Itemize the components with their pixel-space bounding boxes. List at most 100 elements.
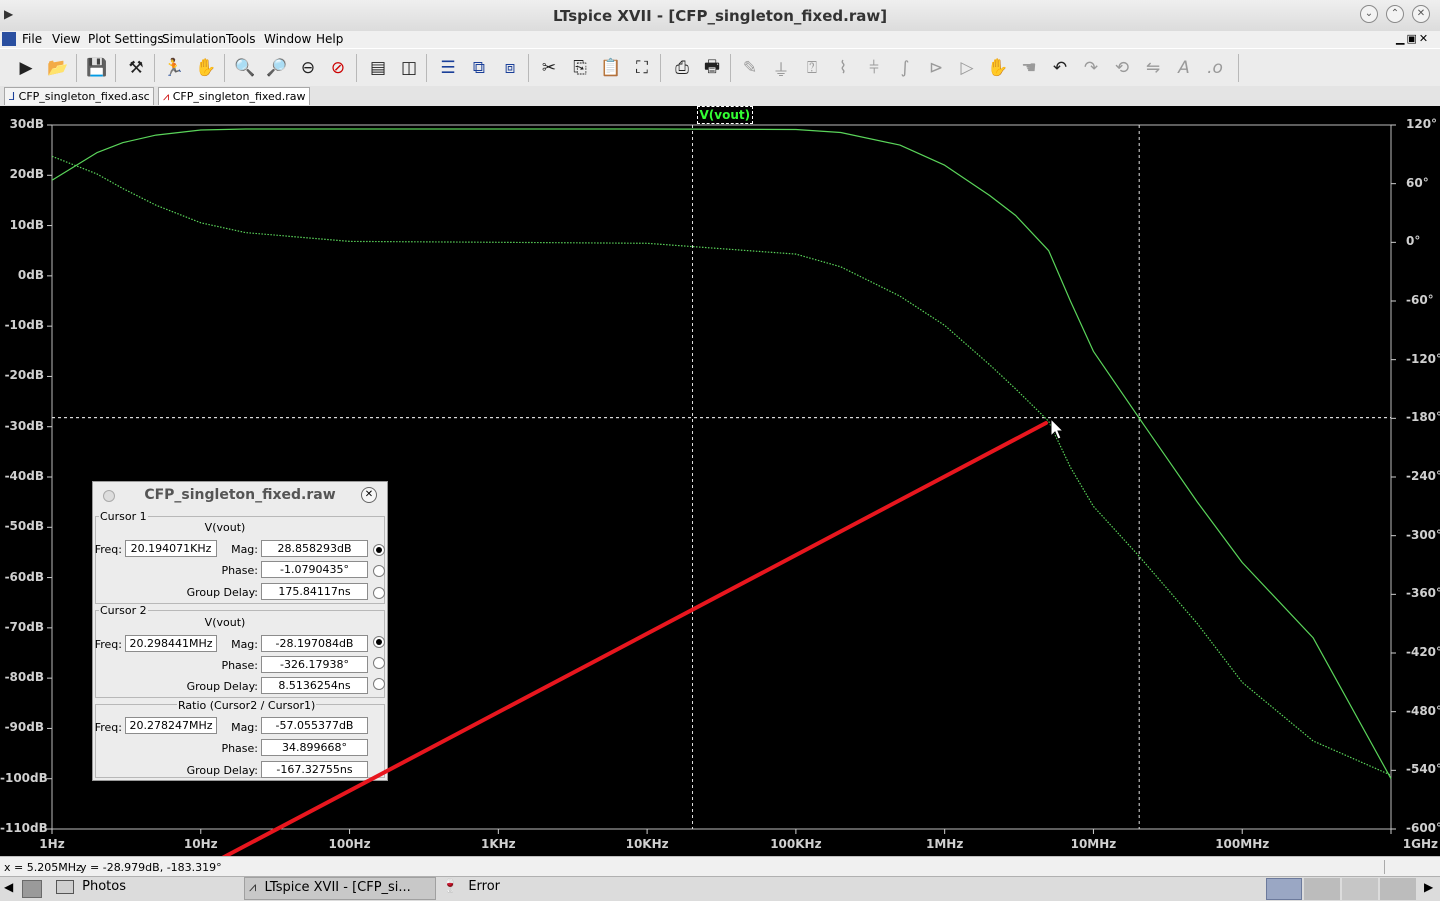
paste-icon[interactable]: 📋 [599,56,623,80]
x-tick-label: 100KHz [770,837,822,851]
cursor1-gd-field[interactable]: 175.84117ns [261,583,368,600]
y-left-tick-label: -70dB [4,619,44,634]
spice-directive-icon[interactable]: .o [1203,56,1227,80]
cursor1-mag-field[interactable]: 28.858293dB [261,540,368,557]
minimize-button[interactable]: ⌄ [1360,5,1378,23]
tile-vertical-icon[interactable]: ⧈ [498,56,522,80]
x-tick-label: 1Hz [39,837,65,851]
ratio-gd-field[interactable]: -167.32755ns [261,761,368,778]
y-right-tick-label: -360° [1406,586,1440,601]
autorange-icon[interactable]: ▤ [366,56,390,80]
halt-icon[interactable]: ✋ [194,56,218,80]
cursor2-gd-field[interactable]: 8.5136254ns [261,677,368,694]
menu-view[interactable]: View [52,32,80,46]
run-icon[interactable]: 🏃 [162,56,186,80]
resistor-icon[interactable]: ⌇ [831,56,855,80]
x-tick-label: 10MHz [1070,837,1117,851]
ratio-phase-field[interactable]: 34.899668° [261,739,368,756]
inductor-icon[interactable]: ∫ [893,56,917,80]
zoom-cancel-icon[interactable]: ⊘ [326,56,350,80]
menu-plot-settings[interactable]: Plot Settings [88,32,164,46]
open-icon[interactable]: 📂 [46,56,70,80]
component-icon[interactable]: ▷ [955,56,979,80]
menu-tools[interactable]: Tools [226,32,256,46]
workspace-3[interactable] [1342,878,1378,900]
file-manager-icon[interactable] [22,880,42,898]
workspace-4[interactable] [1380,878,1416,900]
status-divider [1384,860,1385,874]
cursor1-mag-radio[interactable] [373,544,385,556]
capacitor-icon[interactable]: ⫩ [862,56,886,80]
cursor1-gd-radio[interactable] [373,587,385,599]
find-icon[interactable]: ⛶ [630,56,654,80]
print-icon[interactable]: ⎙ [670,56,694,80]
menu-simulation[interactable]: Simulation [162,32,226,46]
cursor2-gd-radio[interactable] [373,678,385,690]
undo-icon[interactable]: ↶ [1048,56,1072,80]
toolbar-separator [528,54,529,82]
tab-waveform[interactable]: ⩘ CFP_singleton_fixed.raw [158,87,310,105]
zoom-out-icon[interactable]: ⊖ [296,56,320,80]
wire-icon[interactable]: ✎ [738,56,762,80]
copy-icon[interactable]: ⎘ [568,56,592,80]
ratio-mag-field[interactable]: -57.055377dB [261,717,368,734]
menu-file[interactable]: File [22,32,42,46]
taskbar-item-error[interactable]: 🍷 Error [442,879,500,894]
ratio-freq-field[interactable]: 20.278247MHz [125,717,217,734]
y-right-tick-label: -480° [1406,703,1440,718]
cursor1-freq-label: Freq: [94,543,122,556]
print-preview-icon[interactable]: 🖶 [700,56,724,80]
workspace-2[interactable] [1304,878,1340,900]
tile-horizontal-icon[interactable]: ☰ [436,56,460,80]
document-tabs: ⅃ CFP_singleton_fixed.asc ⩘ CFP_singleto… [0,86,1440,106]
cursor2-phase-radio[interactable] [373,657,385,669]
redo-icon[interactable]: ↷ [1079,56,1103,80]
cursor2-mag-radio[interactable] [373,636,385,648]
zoom-back-icon[interactable]: 🔎 [265,56,289,80]
mdi-controls[interactable]: ▁▣✕ [1396,32,1430,45]
cursor1-phase-field[interactable]: -1.0790435° [261,561,368,578]
cursor1-phase-radio[interactable] [373,565,385,577]
taskbar-left-arrow-icon[interactable]: ◀ [4,880,13,894]
cut-icon[interactable]: ✂ [537,56,561,80]
toolbar-separator [115,54,116,82]
y-right-tick-label: -600° [1406,821,1440,835]
trace-label[interactable]: V(vout) [696,106,754,124]
menu-window[interactable]: Window [264,32,311,46]
taskbar-item-ltspice[interactable]: ⩘ LTspice XVII - [CFP_si... [244,877,436,900]
taskbar-right-arrow-icon[interactable]: ▶ [1424,880,1433,894]
taskbar-label: Photos [82,879,126,894]
cursor1-mag-label: Mag: [231,543,258,556]
rotate-icon[interactable]: ⟲ [1110,56,1134,80]
taskbar-item-photos[interactable]: Photos [56,879,126,899]
label-net-icon[interactable]: ⍰ [800,56,824,80]
y-left-tick-label: -40dB [4,469,44,483]
mirror-icon[interactable]: ⇋ [1141,56,1165,80]
cursor2-freq-field[interactable]: 20.298441MHz [125,635,217,652]
diode-icon[interactable]: ⊳ [924,56,948,80]
save-icon[interactable]: 💾 [85,56,109,80]
zoom-area-icon[interactable]: 🔍 [233,56,257,80]
cursor2-phase-field[interactable]: -326.17938° [261,656,368,673]
text-icon[interactable]: A [1172,56,1196,80]
cursor-dialog[interactable]: CFP_singleton_fixed.raw ✕ Cursor 1 V(vou… [92,481,388,781]
dialog-close-icon[interactable]: ✕ [361,487,377,503]
control-panel-icon[interactable]: ⚒ [124,56,148,80]
toolbar-separator [426,54,427,82]
maximize-button[interactable]: ⌃ [1386,5,1404,23]
drag-icon[interactable]: ☚ [1017,56,1041,80]
y-right-tick-label: -420° [1406,645,1440,659]
menu-help[interactable]: Help [316,32,343,46]
cursor2-mag-field[interactable]: -28.197084dB [261,635,368,652]
dialog-title: CFP_singleton_fixed.raw [144,487,336,503]
new-schematic-icon[interactable]: ▶ [14,56,38,80]
move-icon[interactable]: ✋ [986,56,1010,80]
workspace-1[interactable] [1266,878,1302,900]
close-button[interactable]: ✕ [1412,5,1430,23]
tab-schematic[interactable]: ⅃ CFP_singleton_fixed.asc [4,87,154,105]
manual-limits-icon[interactable]: ◫ [397,56,421,80]
cascade-icon[interactable]: ⧉ [467,56,491,80]
ground-icon[interactable]: ⏚ [769,56,793,81]
app-icon[interactable] [2,32,16,46]
cursor1-freq-field[interactable]: 20.194071KHz [125,540,217,557]
